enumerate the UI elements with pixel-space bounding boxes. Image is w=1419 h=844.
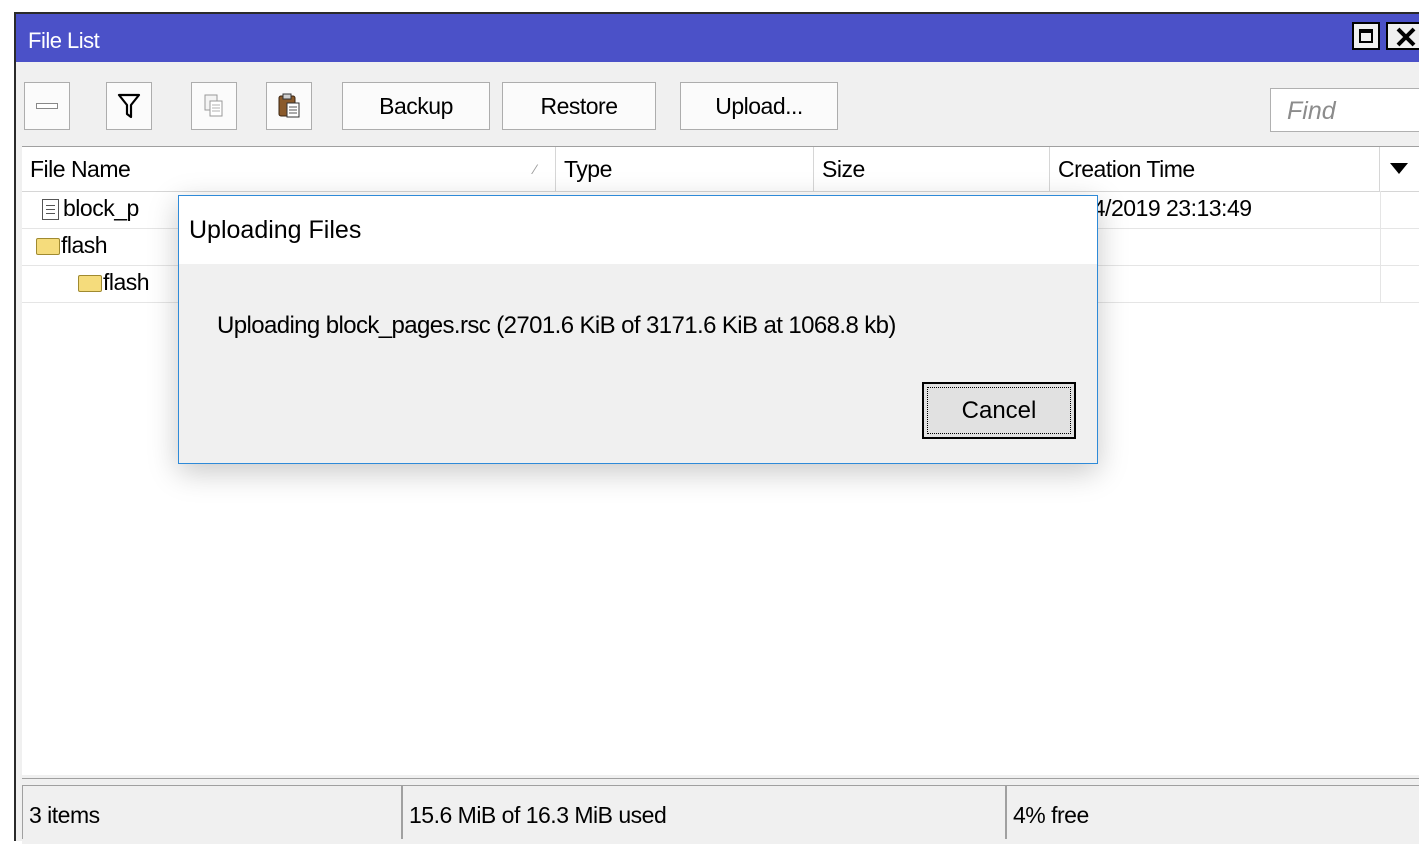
file-name-cell: block_p <box>42 195 139 222</box>
status-free: 4% free <box>1006 785 1419 839</box>
copy-icon <box>204 94 223 117</box>
cancel-button[interactable]: Cancel <box>922 382 1076 439</box>
close-button[interactable] <box>1386 22 1419 50</box>
column-header-size[interactable]: Size <box>814 147 1050 191</box>
restore-button[interactable]: Restore <box>502 82 656 130</box>
chevron-down-icon <box>1390 163 1408 174</box>
file-icon <box>42 199 59 221</box>
column-divider <box>1380 191 1381 228</box>
uploading-files-dialog: Uploading Files Uploading block_pages.rs… <box>178 195 1098 464</box>
filter-icon <box>117 93 141 119</box>
minus-icon <box>36 103 58 109</box>
backup-button[interactable]: Backup <box>342 82 490 130</box>
file-name-text: flash <box>103 269 150 295</box>
column-divider <box>1380 265 1381 302</box>
toolbar: Backup Restore Upload... Find <box>16 62 1419 146</box>
file-name-cell: flash <box>36 232 108 259</box>
status-usage: 15.6 MiB of 16.3 MiB used <box>402 785 1006 839</box>
column-menu-button[interactable] <box>1380 147 1419 191</box>
paste-icon <box>278 93 300 118</box>
table-header: File Name ⁄ Type Size Creation Time <box>22 147 1419 192</box>
upload-button[interactable]: Upload... <box>680 82 838 130</box>
window-titlebar[interactable]: File List <box>16 14 1419 62</box>
paste-button[interactable] <box>266 82 312 130</box>
close-icon <box>1396 27 1416 47</box>
dialog-title: Uploading Files <box>189 216 362 244</box>
upload-progress-message: Uploading block_pages.rsc (2701.6 KiB of… <box>217 312 896 339</box>
status-item-count: 3 items <box>22 785 402 839</box>
window-title: File List <box>28 28 100 53</box>
folder-icon <box>78 275 102 293</box>
remove-button[interactable] <box>24 82 70 130</box>
filter-button[interactable] <box>106 82 152 130</box>
folder-icon <box>36 238 60 256</box>
file-name-text: block_p <box>63 195 139 221</box>
status-bar: 3 items 15.6 MiB of 16.3 MiB used 4% fre… <box>22 778 1419 844</box>
column-header-creation-time[interactable]: Creation Time <box>1050 147 1380 191</box>
dialog-titlebar[interactable]: Uploading Files <box>179 196 1097 264</box>
column-divider <box>1380 228 1381 265</box>
file-name-cell: flash <box>78 269 150 296</box>
find-input[interactable]: Find <box>1270 88 1419 132</box>
column-header-type[interactable]: Type <box>556 147 814 191</box>
maximize-button[interactable] <box>1352 22 1380 50</box>
sort-ascending-icon: ⁄ <box>534 161 537 177</box>
copy-button[interactable] <box>191 82 237 130</box>
maximize-icon <box>1359 29 1373 43</box>
file-name-text: flash <box>61 232 108 258</box>
column-header-file-name[interactable]: File Name <box>22 147 556 191</box>
